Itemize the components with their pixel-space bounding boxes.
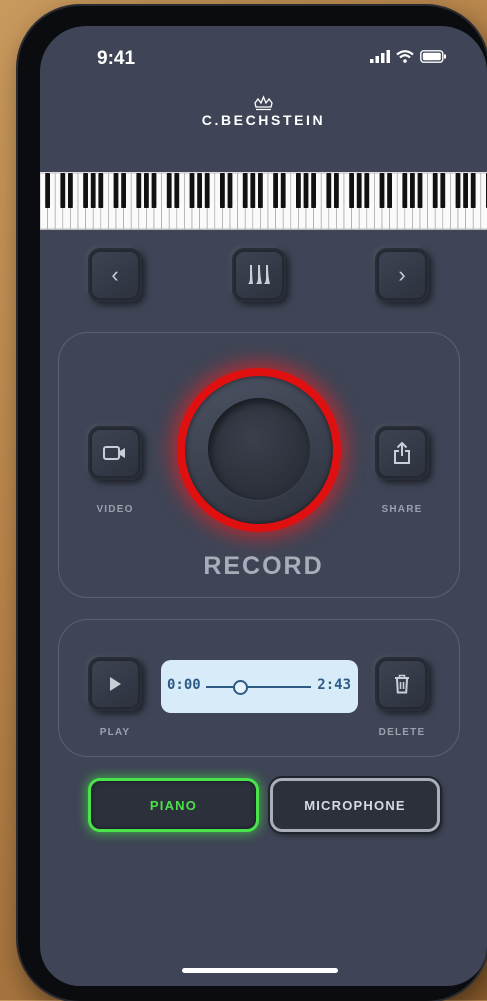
- black-key[interactable]: [90, 173, 96, 208]
- black-key[interactable]: [242, 173, 248, 208]
- play-button[interactable]: [88, 657, 142, 711]
- microphone-mode-label: MICROPHONE: [304, 797, 406, 813]
- black-key[interactable]: [121, 173, 126, 208]
- black-key[interactable]: [470, 173, 476, 208]
- black-key[interactable]: [136, 173, 142, 208]
- black-key[interactable]: [402, 173, 408, 208]
- black-key[interactable]: [60, 173, 66, 208]
- status-bar: 9:41: [40, 26, 487, 86]
- share-button[interactable]: [375, 426, 429, 480]
- piano-mode-label: PIANO: [149, 797, 198, 813]
- share-label: SHARE: [381, 504, 423, 515]
- black-key[interactable]: [204, 173, 210, 208]
- chevron-left-icon: ‹: [111, 262, 119, 287]
- black-key[interactable]: [364, 173, 370, 208]
- black-key[interactable]: [151, 173, 157, 208]
- black-key[interactable]: [144, 173, 149, 208]
- black-key[interactable]: [326, 173, 332, 208]
- black-key[interactable]: [296, 173, 301, 208]
- playback-timeline[interactable]: 0:00 2:43: [161, 660, 358, 713]
- current-time: 0:00: [167, 677, 201, 693]
- timeline-scrubber[interactable]: [232, 680, 248, 695]
- video-camera-icon: [103, 446, 125, 460]
- black-key[interactable]: [258, 173, 263, 208]
- video-button[interactable]: [88, 426, 142, 480]
- black-key[interactable]: [311, 173, 316, 208]
- black-key[interactable]: [303, 173, 309, 208]
- black-key[interactable]: [273, 173, 278, 208]
- black-key[interactable]: [349, 173, 354, 208]
- pedals-icon: [247, 265, 270, 284]
- battery-icon: [420, 50, 446, 63]
- black-key[interactable]: [432, 173, 438, 208]
- app-screen: 9:41 C.BECHSTEIN ‹ › VIDEO SHARE RECORD …: [40, 26, 487, 986]
- black-key[interactable]: [379, 173, 385, 208]
- black-key[interactable]: [410, 173, 415, 208]
- delete-label: DELETE: [378, 727, 426, 738]
- black-key[interactable]: [455, 173, 461, 208]
- black-key[interactable]: [166, 173, 172, 208]
- crown-icon: [254, 95, 273, 111]
- piano-keyboard[interactable]: [40, 172, 487, 230]
- trash-icon: [395, 674, 409, 694]
- home-indicator[interactable]: [182, 968, 338, 973]
- delete-button[interactable]: [375, 657, 429, 711]
- black-key[interactable]: [220, 173, 225, 208]
- black-key[interactable]: [189, 173, 195, 208]
- play-icon: [110, 677, 121, 691]
- record-button-center[interactable]: [208, 398, 310, 500]
- black-key[interactable]: [227, 173, 233, 208]
- record-label: RECORD: [203, 552, 324, 580]
- play-label: PLAY: [99, 727, 131, 738]
- black-key[interactable]: [174, 173, 180, 208]
- black-key[interactable]: [68, 173, 73, 208]
- chevron-right-icon: ›: [398, 262, 406, 287]
- black-key[interactable]: [280, 173, 286, 208]
- timeline-track[interactable]: [206, 686, 311, 688]
- wifi-icon: [396, 50, 414, 63]
- status-time: 9:41: [97, 48, 136, 69]
- black-key[interactable]: [113, 173, 119, 208]
- black-key[interactable]: [356, 173, 362, 208]
- status-icons: [370, 50, 447, 63]
- black-key[interactable]: [387, 173, 392, 208]
- previous-button[interactable]: ‹: [88, 248, 142, 302]
- share-icon: [394, 442, 410, 464]
- black-key[interactable]: [334, 173, 339, 208]
- total-time: 2:43: [317, 677, 351, 693]
- black-key[interactable]: [45, 173, 50, 208]
- signal-icon: [370, 50, 390, 63]
- black-key[interactable]: [463, 173, 468, 208]
- brand-name: C.BECHSTEIN: [201, 112, 326, 128]
- black-key[interactable]: [417, 173, 423, 208]
- black-key[interactable]: [440, 173, 446, 208]
- next-button[interactable]: ›: [375, 248, 429, 302]
- black-key[interactable]: [197, 173, 202, 208]
- black-key[interactable]: [250, 173, 256, 208]
- black-key[interactable]: [83, 173, 88, 208]
- brand-logo: C.BECHSTEIN: [40, 94, 487, 130]
- piano-keys[interactable]: [40, 173, 487, 229]
- video-label: VIDEO: [96, 504, 134, 515]
- microphone-mode-button[interactable]: MICROPHONE: [270, 778, 440, 832]
- pedals-button[interactable]: [232, 248, 286, 302]
- black-key[interactable]: [98, 173, 104, 208]
- piano-mode-button[interactable]: PIANO: [88, 778, 259, 832]
